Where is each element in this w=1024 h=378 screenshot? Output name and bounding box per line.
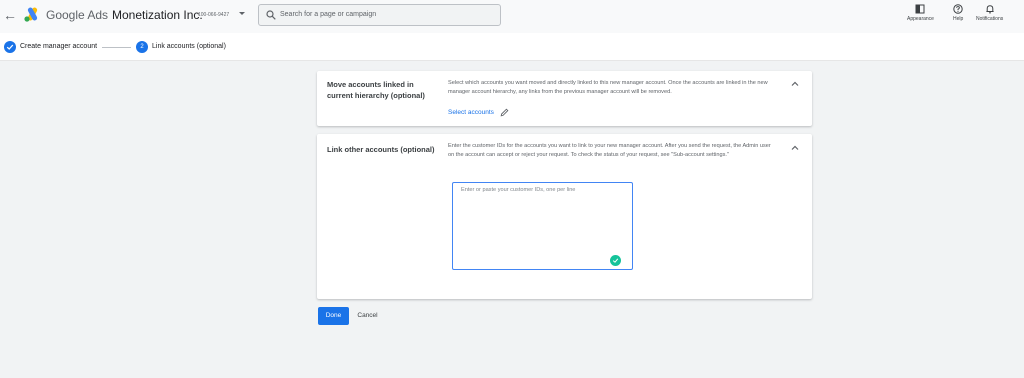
cancel-button[interactable]: Cancel [352, 307, 383, 325]
customer-ids-placeholder: Enter or paste your customer IDs, one pe… [461, 187, 576, 193]
link-accounts-description: Enter the customer IDs for the accounts … [448, 143, 771, 158]
stepper: Create manager account 2 Link accounts (… [0, 33, 1024, 61]
arrow-left-icon[interactable]: ← [3, 7, 17, 23]
move-accounts-title: Move accounts linked in current hierarch… [327, 80, 425, 100]
bell-icon [986, 5, 994, 14]
move-accounts-section: Move accounts linked in current hierarch… [317, 71, 812, 126]
account-name[interactable]: Monetization Inc. [112, 8, 203, 22]
notifications-button[interactable]: Notifications [976, 4, 1003, 22]
link-accounts-title: Link other accounts (optional) [327, 145, 435, 154]
step-connector [102, 47, 131, 48]
search-placeholder[interactable]: Search for a page or campaign [280, 11, 376, 18]
customer-ids-textarea[interactable]: Enter or paste your customer IDs, one pe… [452, 182, 633, 270]
pencil-icon[interactable] [500, 108, 509, 117]
step-number-badge: 2 [136, 41, 148, 53]
step-complete-icon [4, 41, 16, 53]
appearance-label: Appearance [907, 16, 934, 22]
search-box[interactable]: Search for a page or campaign [258, 4, 501, 26]
done-button[interactable]: Done [318, 307, 349, 325]
chevron-up-icon[interactable] [790, 79, 800, 89]
appearance-icon [915, 4, 925, 14]
help-button[interactable]: Help [953, 4, 963, 22]
account-id[interactable]: 100-066-9427 [198, 12, 229, 18]
move-accounts-description: Select which accounts you want moved and… [448, 80, 768, 95]
top-bar: ← Google Ads Monetization Inc. 100-066-9… [0, 0, 1024, 33]
chevron-up-icon[interactable] [790, 143, 800, 153]
brand-name: Google Ads [46, 8, 109, 22]
account-dropdown-icon[interactable] [239, 12, 245, 15]
google-ads-logo[interactable] [24, 7, 40, 22]
notifications-label: Notifications [976, 16, 1004, 22]
grammar-check-icon[interactable] [610, 255, 621, 266]
step-link-accounts[interactable]: Link accounts (optional) [152, 43, 226, 50]
appearance-button[interactable]: Appearance [907, 4, 934, 22]
help-icon [953, 4, 963, 14]
help-label: Help [953, 16, 964, 22]
search-icon [266, 10, 276, 20]
step-create-manager-account[interactable]: Create manager account [20, 43, 97, 50]
select-accounts-link[interactable]: Select accounts [448, 109, 494, 116]
